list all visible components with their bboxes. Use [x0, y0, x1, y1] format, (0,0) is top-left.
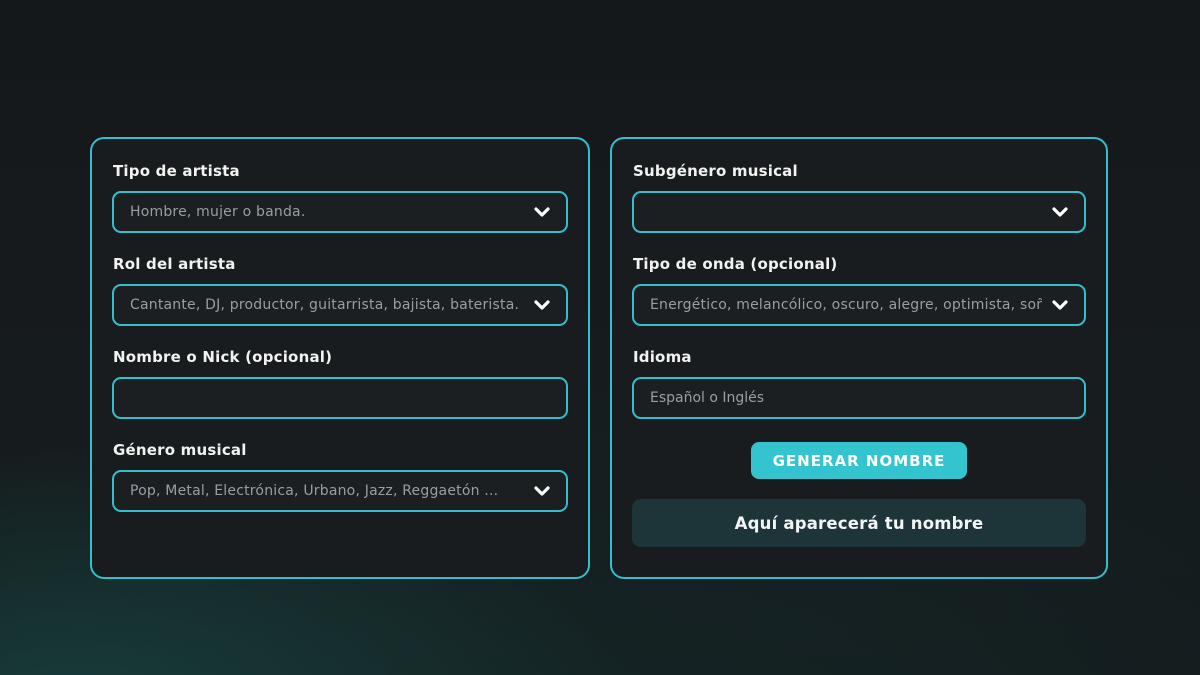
tipo-de-artista-placeholder: Hombre, mujer o banda. — [130, 204, 524, 220]
rol-del-artista-placeholder: Cantante, DJ, productor, guitarrista, ba… — [130, 297, 524, 313]
field-genero-musical: Género musical Pop, Metal, Electrónica, … — [112, 441, 568, 512]
idioma-input[interactable] — [632, 377, 1086, 419]
chevron-down-icon — [1052, 207, 1068, 217]
subgenero-musical-label: Subgénero musical — [633, 162, 1086, 180]
field-tipo-de-onda: Tipo de onda (opcional) Energético, mela… — [632, 255, 1086, 326]
genero-musical-label: Género musical — [113, 441, 568, 459]
nombre-o-nick-label: Nombre o Nick (opcional) — [113, 348, 568, 366]
tipo-de-artista-label: Tipo de artista — [113, 162, 568, 180]
chevron-down-icon — [1052, 300, 1068, 310]
nombre-o-nick-input[interactable] — [112, 377, 568, 419]
subgenero-musical-select[interactable] — [632, 191, 1086, 233]
right-form-panel: Subgénero musical Tipo de onda (opcional… — [610, 137, 1108, 579]
generate-name-button[interactable]: GENERAR NOMBRE — [751, 442, 968, 479]
field-tipo-de-artista: Tipo de artista Hombre, mujer o banda. — [112, 162, 568, 233]
artist-name-generator-form: Tipo de artista Hombre, mujer o banda. R… — [90, 137, 1108, 579]
chevron-down-icon — [534, 300, 550, 310]
tipo-de-onda-select[interactable]: Energético, melancólico, oscuro, alegre,… — [632, 284, 1086, 326]
idioma-label: Idioma — [633, 348, 1086, 366]
tipo-de-artista-select[interactable]: Hombre, mujer o banda. — [112, 191, 568, 233]
generated-name-result: Aquí aparecerá tu nombre — [632, 499, 1086, 547]
tipo-de-onda-label: Tipo de onda (opcional) — [633, 255, 1086, 273]
left-form-panel: Tipo de artista Hombre, mujer o banda. R… — [90, 137, 590, 579]
rol-del-artista-label: Rol del artista — [113, 255, 568, 273]
rol-del-artista-select[interactable]: Cantante, DJ, productor, guitarrista, ba… — [112, 284, 568, 326]
field-rol-del-artista: Rol del artista Cantante, DJ, productor,… — [112, 255, 568, 326]
generate-button-row: GENERAR NOMBRE — [632, 442, 1086, 479]
field-nombre-o-nick: Nombre o Nick (opcional) — [112, 348, 568, 419]
field-idioma: Idioma — [632, 348, 1086, 419]
tipo-de-onda-placeholder: Energético, melancólico, oscuro, alegre,… — [650, 297, 1042, 313]
genero-musical-placeholder: Pop, Metal, Electrónica, Urbano, Jazz, R… — [130, 483, 524, 499]
genero-musical-select[interactable]: Pop, Metal, Electrónica, Urbano, Jazz, R… — [112, 470, 568, 512]
chevron-down-icon — [534, 207, 550, 217]
chevron-down-icon — [534, 486, 550, 496]
field-subgenero-musical: Subgénero musical — [632, 162, 1086, 233]
